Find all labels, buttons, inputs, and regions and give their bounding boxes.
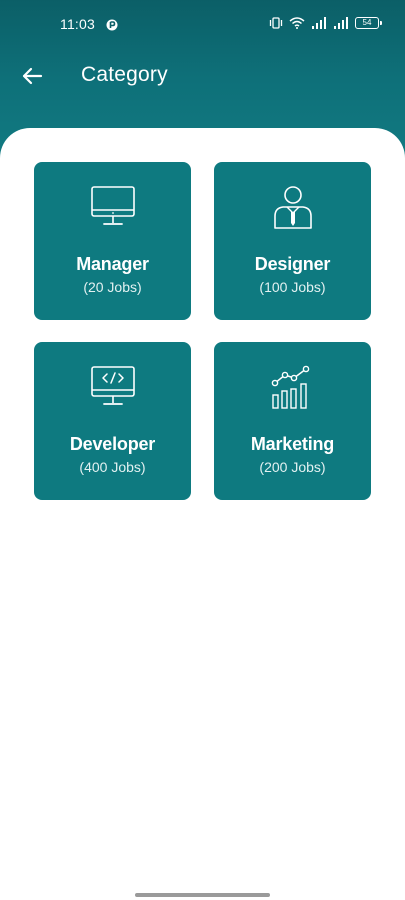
wifi-icon	[289, 17, 305, 29]
person-tie-icon	[268, 182, 318, 232]
app-notification-icon	[106, 18, 118, 31]
category-job-count: (100 Jobs)	[259, 279, 326, 295]
category-job-count: (400 Jobs)	[79, 459, 146, 475]
category-grid: Manager (20 Jobs) Designer (100 Jobs) De…	[34, 162, 371, 500]
status-time: 11:03	[60, 16, 95, 32]
content-panel: Manager (20 Jobs) Designer (100 Jobs) De…	[0, 128, 405, 900]
status-icons: 54	[269, 17, 382, 29]
battery-icon: 54	[355, 17, 382, 29]
category-title: Designer	[254, 254, 331, 274]
app-bar: Category	[0, 50, 405, 102]
category-title: Developer	[69, 434, 156, 454]
signal-icon	[333, 17, 349, 29]
category-job-count: (20 Jobs)	[83, 279, 142, 295]
home-indicator[interactable]	[135, 893, 270, 897]
code-monitor-icon	[88, 362, 138, 412]
arrow-left-icon	[22, 67, 43, 85]
signal-icon	[311, 17, 327, 29]
growth-chart-icon	[268, 362, 318, 412]
category-card-developer[interactable]: Developer (400 Jobs)	[34, 342, 191, 500]
category-job-count: (200 Jobs)	[259, 459, 326, 475]
battery-level: 54	[362, 18, 372, 27]
category-title: Marketing	[250, 434, 335, 454]
monitor-icon	[88, 182, 138, 232]
category-card-manager[interactable]: Manager (20 Jobs)	[34, 162, 191, 320]
category-card-designer[interactable]: Designer (100 Jobs)	[214, 162, 371, 320]
back-button[interactable]	[14, 58, 50, 94]
page-title: Category	[81, 63, 168, 86]
vibrate-icon	[269, 17, 283, 29]
category-card-marketing[interactable]: Marketing (200 Jobs)	[214, 342, 371, 500]
category-title: Manager	[76, 254, 149, 274]
status-bar: 11:03 54	[0, 0, 405, 50]
